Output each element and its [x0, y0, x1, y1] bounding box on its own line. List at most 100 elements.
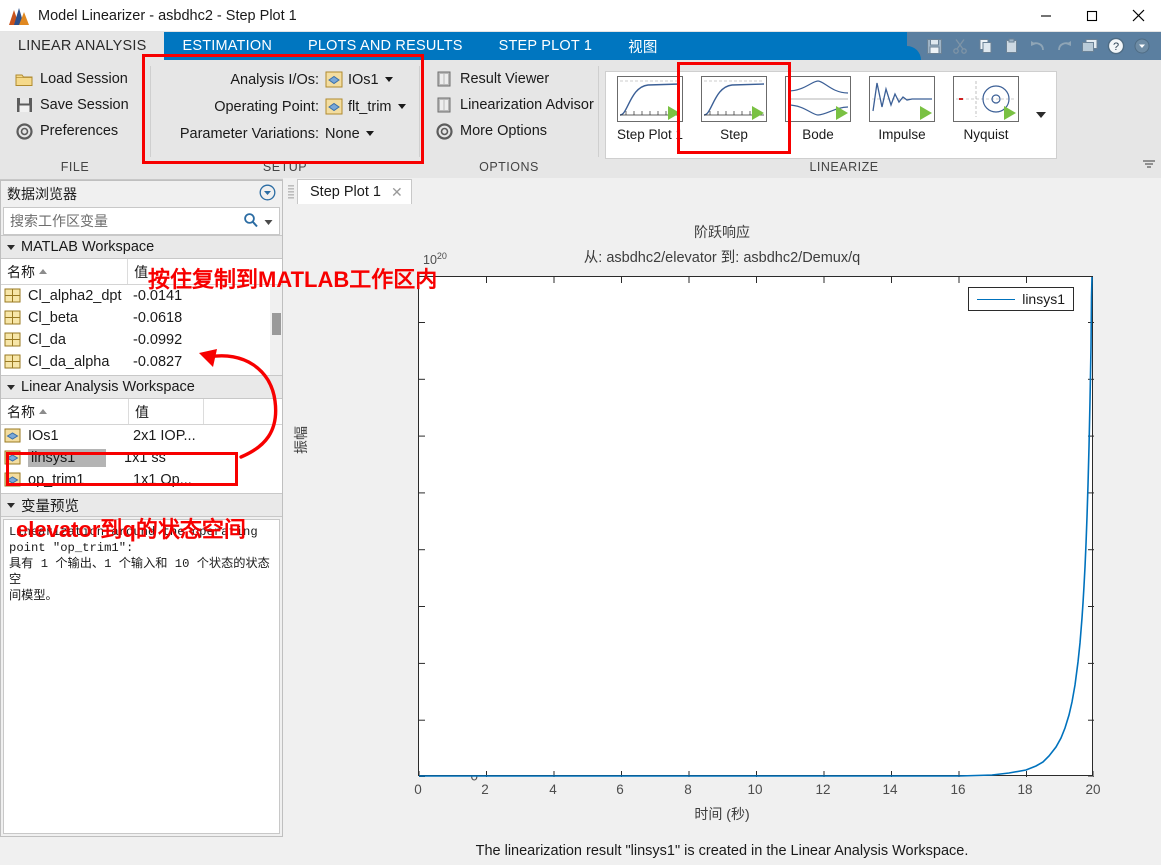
- column-header-value[interactable]: 值: [129, 399, 204, 424]
- io-object-icon: [4, 450, 24, 466]
- redo-icon[interactable]: [1051, 33, 1077, 59]
- customize-icon[interactable]: [1129, 33, 1155, 59]
- tab-linear-analysis[interactable]: LINEAR ANALYSIS: [0, 32, 165, 60]
- gallery-item-label: Impulse: [878, 127, 926, 142]
- gallery-expand-button[interactable]: [1028, 110, 1054, 120]
- matrix-icon: [4, 310, 24, 326]
- search-input[interactable]: 搜索工作区变量: [3, 207, 280, 235]
- column-header-name[interactable]: 名称: [1, 259, 129, 284]
- ribbon-body: Load Session Save Session Preferences FI…: [0, 60, 1161, 180]
- parameter-variations-row[interactable]: Parameter Variations: None: [157, 120, 406, 147]
- cube-icon: [325, 98, 343, 115]
- tab-plots-and-results[interactable]: PLOTS AND RESULTS: [290, 32, 481, 60]
- parameter-variations-value: None: [325, 125, 360, 142]
- gallery-item-label: Step Plot 1: [616, 127, 684, 142]
- save-session-button[interactable]: Save Session: [8, 92, 135, 118]
- chevron-down-icon[interactable]: [264, 213, 273, 229]
- ribbon-group-setup: Analysis I/Os: IOs1 Operating Point: flt…: [151, 60, 419, 180]
- step-response-icon: [701, 76, 767, 122]
- section-linear-analysis-workspace-label: Linear Analysis Workspace: [21, 379, 195, 395]
- matrix-icon: [4, 354, 24, 370]
- chevron-down-icon[interactable]: [384, 77, 393, 82]
- sort-ascending-icon: [39, 409, 47, 414]
- result-viewer-button[interactable]: Result Viewer: [428, 66, 600, 92]
- ribbon-group-linearize-title: LINEARIZE: [809, 160, 879, 174]
- table-row[interactable]: Cl_beta -0.0618: [1, 307, 282, 329]
- more-options-label: More Options: [460, 123, 548, 139]
- xtick-label: 18: [1017, 782, 1033, 797]
- layout-icon[interactable]: [1077, 33, 1103, 59]
- gallery-item-impulse[interactable]: Impulse: [860, 76, 944, 154]
- linearization-advisor-button[interactable]: Linearization Advisor: [428, 92, 600, 118]
- gallery-item-step[interactable]: Step: [692, 76, 776, 154]
- minimize-button[interactable]: [1023, 0, 1069, 32]
- help-icon[interactable]: ?: [1103, 33, 1129, 59]
- save-icon[interactable]: [921, 33, 947, 59]
- chevron-down-icon[interactable]: [365, 131, 374, 136]
- save-session-label: Save Session: [40, 97, 129, 113]
- ribbon-group-file-title: FILE: [60, 160, 90, 174]
- document-tab-step-plot-1[interactable]: Step Plot 1 ✕: [297, 179, 412, 204]
- cut-icon[interactable]: [947, 33, 973, 59]
- matlab-logo-icon: [8, 5, 32, 27]
- table-row[interactable]: op_trim1 1x1 Op...: [1, 469, 282, 491]
- folder-icon: [14, 70, 34, 88]
- tab-view[interactable]: 视图: [610, 32, 675, 60]
- analysis-ios-row[interactable]: Analysis I/Os: IOs1: [157, 66, 406, 93]
- xtick-label: 2: [481, 782, 489, 797]
- ribbon-collapse-icon[interactable]: [1141, 158, 1157, 177]
- gallery-item-bode[interactable]: Bode: [776, 76, 860, 154]
- analysis-ios-value: IOs1: [348, 71, 379, 88]
- paste-icon[interactable]: [999, 33, 1025, 59]
- ribbon-group-options: Result Viewer Linearization Advisor More…: [420, 60, 598, 180]
- play-icon: [752, 106, 764, 120]
- annotation-elevator-to-q-state-space: elevator到q的状态空间: [16, 517, 246, 542]
- svg-text:?: ?: [1113, 41, 1119, 53]
- nyquist-icon: [953, 76, 1019, 122]
- linearize-gallery: Step Plot 1 Step Bode Impulse Nyquist: [605, 71, 1057, 159]
- xtick-label: 20: [1085, 782, 1101, 797]
- search-icon[interactable]: [243, 212, 259, 231]
- chevron-down-icon[interactable]: [397, 104, 406, 109]
- axis-ticks: [419, 277, 1094, 777]
- copy-icon[interactable]: [973, 33, 999, 59]
- parameter-variations-label: Parameter Variations:: [179, 125, 319, 142]
- ribbon-group-file: Load Session Save Session Preferences FI…: [0, 60, 150, 180]
- xtick-label: 14: [882, 782, 898, 797]
- window-title: Model Linearizer - asbdhc2 - Step Plot 1: [38, 7, 297, 24]
- close-button[interactable]: [1115, 0, 1161, 32]
- column-header-name[interactable]: 名称: [1, 399, 129, 424]
- scrollbar-thumb[interactable]: [272, 313, 281, 335]
- legend-label: linsys1: [1022, 291, 1065, 307]
- more-options-button[interactable]: More Options: [428, 118, 600, 144]
- maximize-button[interactable]: [1069, 0, 1115, 32]
- play-icon: [668, 106, 680, 120]
- column-header-value-label: 值: [135, 403, 149, 420]
- close-icon[interactable]: ✕: [391, 184, 403, 201]
- preview-line: 具有 1 个输出、1 个输入和 10 个状态的状态空: [9, 557, 270, 587]
- preferences-button[interactable]: Preferences: [8, 118, 135, 144]
- tab-step-plot-1[interactable]: STEP PLOT 1: [481, 32, 611, 60]
- tab-grip-icon[interactable]: [287, 184, 297, 204]
- chevron-down-circle-icon[interactable]: [259, 184, 276, 204]
- play-icon: [1004, 106, 1016, 120]
- xtick-label: 16: [950, 782, 966, 797]
- variable-value: 2x1 IOP...: [133, 428, 196, 444]
- undo-icon[interactable]: [1025, 33, 1051, 59]
- step-response-icon: [617, 76, 683, 122]
- legend-line-swatch: [977, 298, 1016, 300]
- variable-value: 1x1 Op...: [133, 472, 192, 488]
- gallery-item-nyquist[interactable]: Nyquist: [944, 76, 1028, 154]
- floppy-icon: [14, 96, 34, 114]
- data-browser-header: 数据浏览器: [1, 181, 282, 207]
- load-session-button[interactable]: Load Session: [8, 66, 135, 92]
- annotation-arrow-icon: [199, 349, 278, 459]
- chart-legend[interactable]: linsys1: [968, 287, 1074, 311]
- operating-point-row[interactable]: Operating Point: flt_trim: [157, 93, 406, 120]
- tab-estimation[interactable]: ESTIMATION: [164, 32, 290, 60]
- section-matlab-workspace[interactable]: MATLAB Workspace: [1, 235, 282, 259]
- chart-title: 阶跃响应: [694, 224, 750, 240]
- gallery-item-label: Bode: [802, 127, 834, 142]
- gallery-item-step-plot-1[interactable]: Step Plot 1: [608, 76, 692, 154]
- document-tab-label: Step Plot 1: [310, 184, 381, 200]
